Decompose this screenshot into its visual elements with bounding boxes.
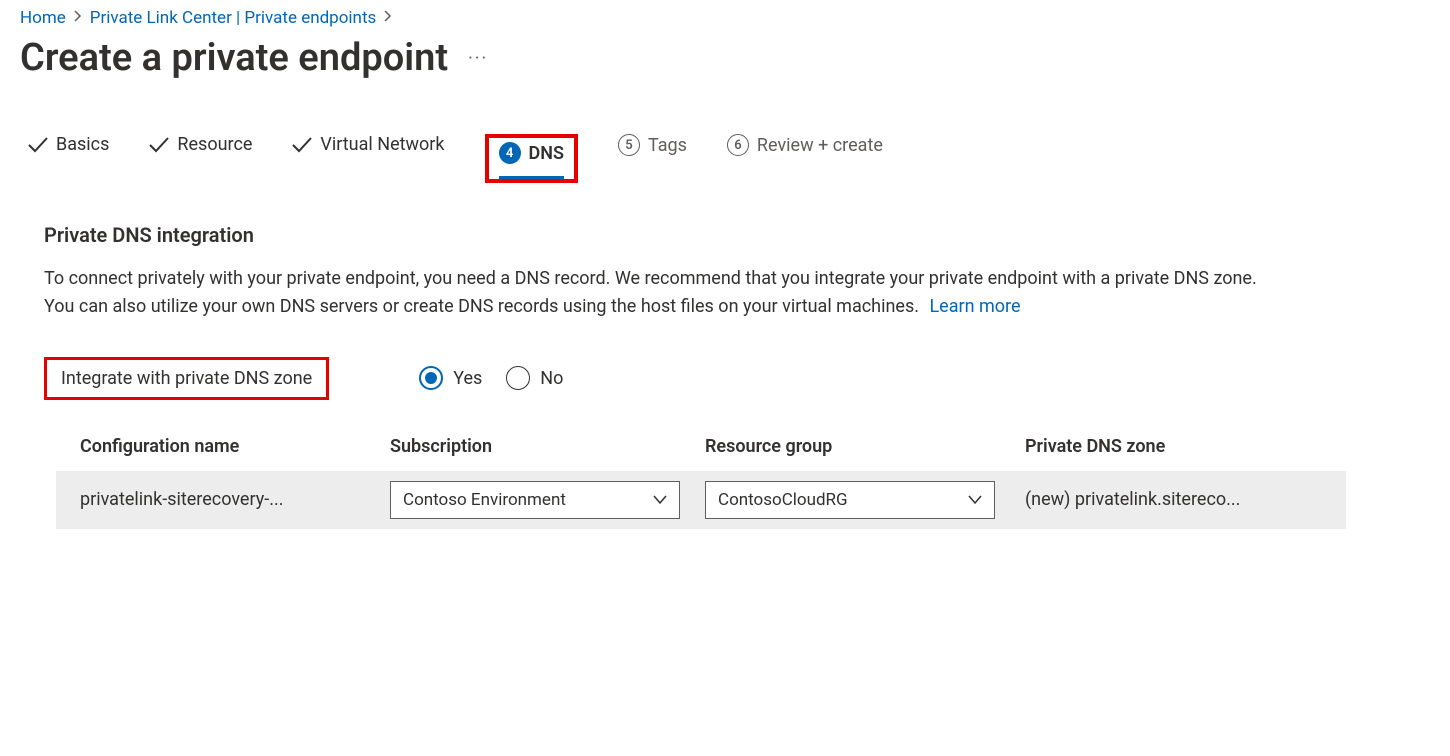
more-actions-button[interactable]: ··· (468, 48, 488, 69)
tab-tags[interactable]: 5 Tags (618, 134, 687, 168)
section-description: To connect privately with your private e… (44, 265, 1284, 321)
radio-no-label: No (540, 368, 563, 389)
integrate-dns-radio-group: Yes No (419, 366, 563, 390)
tab-tags-label: Tags (648, 135, 687, 156)
cell-private-dns-zone: (new) privatelink.sitereco... (1025, 489, 1322, 510)
chevron-down-icon (653, 495, 667, 505)
wizard-tabs: Basics Resource Virtual Network 4 DNS 5 … (20, 130, 1430, 183)
table-header-row: Configuration name Subscription Resource… (56, 436, 1346, 471)
col-subscription: Subscription (390, 436, 705, 457)
integrate-dns-label: Integrate with private DNS zone (44, 357, 329, 400)
tab-dns-label: DNS (529, 143, 564, 164)
resource-group-select[interactable]: ContosoCloudRG (705, 481, 995, 519)
highlight-dns-tab: 4 DNS (485, 134, 578, 183)
check-icon (28, 137, 48, 153)
cell-configuration-name: privatelink-siterecovery-... (80, 489, 390, 510)
chevron-down-icon (968, 495, 982, 505)
step-number-badge: 4 (499, 142, 521, 164)
tab-basics-label: Basics (56, 134, 109, 155)
tab-dns[interactable]: 4 DNS (499, 142, 564, 179)
page-title: Create a private endpoint (20, 36, 448, 80)
tab-vnet-label: Virtual Network (320, 134, 444, 155)
subscription-select-value: Contoso Environment (403, 490, 566, 510)
tab-review-label: Review + create (757, 135, 883, 156)
radio-no[interactable]: No (506, 366, 563, 390)
col-resource-group: Resource group (705, 436, 1025, 457)
tab-resource-label: Resource (177, 134, 252, 155)
radio-yes-label: Yes (453, 368, 482, 389)
col-private-dns-zone: Private DNS zone (1025, 436, 1322, 457)
tab-resource[interactable]: Resource (149, 134, 252, 167)
dns-zone-table: Configuration name Subscription Resource… (56, 436, 1346, 529)
section-description-text: To connect privately with your private e… (44, 268, 1257, 317)
check-icon (292, 137, 312, 153)
section-title-dns: Private DNS integration (44, 223, 1340, 247)
tab-basics[interactable]: Basics (28, 134, 109, 167)
col-configuration-name: Configuration name (80, 436, 390, 457)
breadcrumb-center-link[interactable]: Private Link Center | Private endpoints (90, 8, 377, 28)
tab-review-create[interactable]: 6 Review + create (727, 134, 883, 168)
learn-more-link[interactable]: Learn more (929, 296, 1020, 317)
tab-virtual-network[interactable]: Virtual Network (292, 134, 444, 167)
subscription-select[interactable]: Contoso Environment (390, 481, 680, 519)
breadcrumb-home-link[interactable]: Home (20, 8, 66, 28)
chevron-right-icon (74, 10, 82, 26)
table-row: privatelink-siterecovery-... Contoso Env… (56, 471, 1346, 529)
radio-checked-icon (419, 366, 443, 390)
breadcrumb: Home Private Link Center | Private endpo… (20, 8, 1430, 28)
step-number-badge: 5 (618, 134, 640, 156)
chevron-right-icon (384, 10, 392, 26)
radio-yes[interactable]: Yes (419, 366, 482, 390)
step-number-badge: 6 (727, 134, 749, 156)
resource-group-select-value: ContosoCloudRG (718, 490, 848, 510)
radio-unchecked-icon (506, 366, 530, 390)
check-icon (149, 137, 169, 153)
